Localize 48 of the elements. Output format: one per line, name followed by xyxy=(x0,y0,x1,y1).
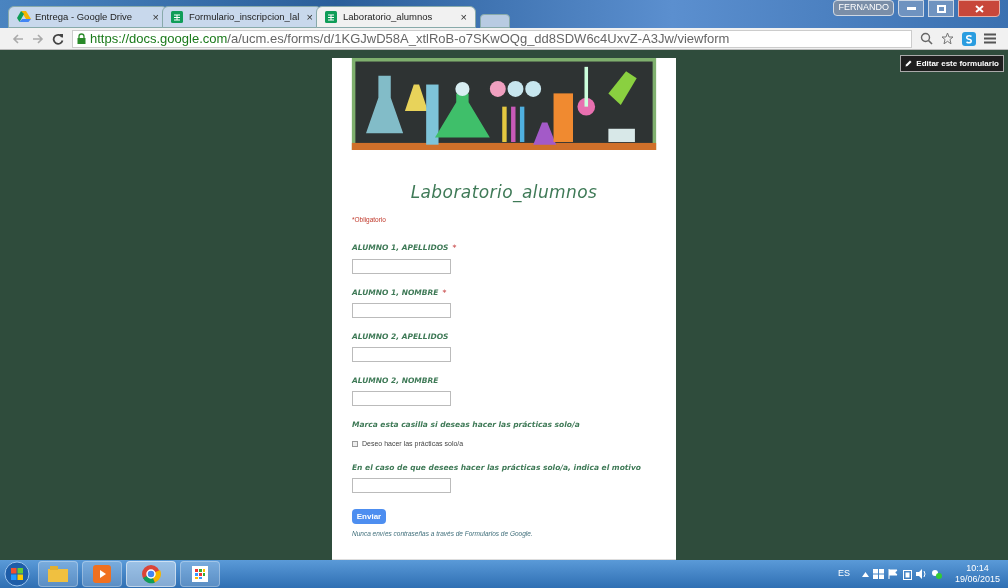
network-icon[interactable] xyxy=(930,568,943,580)
close-tab-button[interactable]: × xyxy=(460,8,467,26)
tab-title: Formulario_inscripcion_lal xyxy=(189,9,301,24)
minimize-button[interactable] xyxy=(898,0,924,17)
zoom-icon[interactable] xyxy=(920,32,933,45)
flag-icon[interactable] xyxy=(887,569,899,579)
new-tab-button[interactable] xyxy=(480,14,510,28)
tray-expand-icon[interactable] xyxy=(861,571,869,577)
maximize-button[interactable] xyxy=(928,0,954,17)
language-indicator[interactable]: ES xyxy=(837,567,850,581)
close-tab-button[interactable]: × xyxy=(152,8,159,26)
maximize-icon xyxy=(936,4,946,13)
text-input-field[interactable] xyxy=(352,478,451,494)
text-input-field[interactable] xyxy=(352,347,451,362)
browser-tab[interactable]: Laboratorio_alumnos × xyxy=(316,6,476,28)
text-input-field[interactable] xyxy=(352,258,451,274)
reload-icon[interactable] xyxy=(52,32,64,45)
text-input-field[interactable] xyxy=(352,302,451,318)
edit-form-button[interactable]: Editar este formulario xyxy=(900,55,1004,72)
form-title: Laboratorio_alumnos xyxy=(409,181,599,205)
spreadsheet-icon xyxy=(325,11,339,23)
media-player-icon[interactable] xyxy=(82,561,122,587)
close-icon xyxy=(974,4,984,13)
pencil-icon xyxy=(905,60,913,67)
address-bar[interactable]: https://docs.google.com/a/ucm.es/forms/d/1KGJwD58A_xtlRoB-o7SKwOQg_dd8SDW6c4UxvZ-A3Jw/viewform xyxy=(72,29,912,48)
triangle-logo-icon xyxy=(17,11,31,23)
back-arrow-icon[interactable] xyxy=(12,33,24,44)
minimize-icon xyxy=(906,7,916,10)
spreadsheet-icon xyxy=(171,11,185,23)
lock-icon xyxy=(77,33,86,44)
windows-flag-icon[interactable] xyxy=(872,569,884,579)
text-input-field[interactable] xyxy=(352,391,451,407)
clock-date: 19/06/2015 xyxy=(954,574,1000,585)
menu-icon[interactable] xyxy=(984,33,996,44)
star-icon[interactable] xyxy=(941,32,954,45)
browser-icon[interactable] xyxy=(126,561,176,587)
tab-title: Entrega - Google Drive xyxy=(35,9,134,24)
apps-icon[interactable] xyxy=(180,561,220,587)
forward-arrow-icon[interactable] xyxy=(32,33,44,44)
extension-icon[interactable] xyxy=(962,31,976,46)
file-explorer-icon[interactable] xyxy=(38,561,78,587)
close-window-button[interactable] xyxy=(958,0,1000,17)
clock-time: 10:14 xyxy=(966,563,989,574)
speaker-icon[interactable] xyxy=(915,569,927,579)
checkbox[interactable] xyxy=(352,440,358,447)
tab-title: Laboratorio_alumnos xyxy=(343,9,434,24)
url-text: https://docs.google.com/a/ucm.es/forms/d/1KGJwD58A_xtlRoB-o7SKwOQg_dd8SDW6c4UxvZ-A3Jw/viewform xyxy=(90,29,730,48)
close-tab-button[interactable]: × xyxy=(306,8,313,26)
